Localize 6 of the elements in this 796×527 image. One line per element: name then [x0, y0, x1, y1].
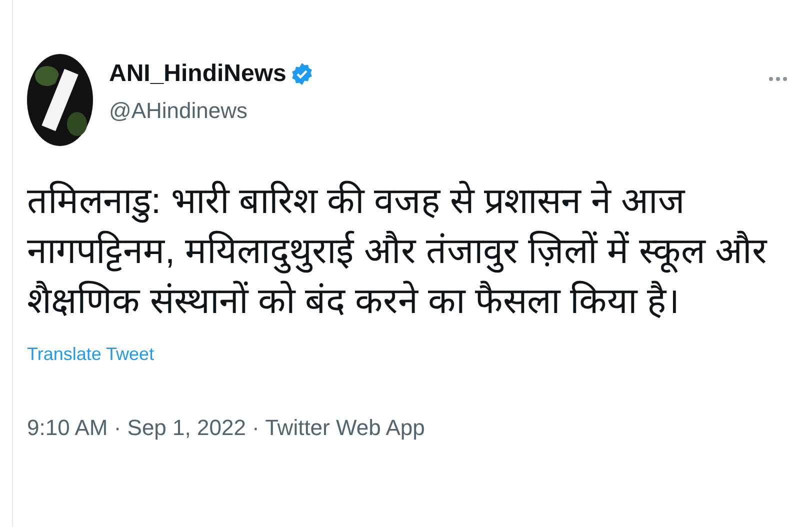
tweet-text: तमिलनाडु: भारी बारिश की वजह से प्रशासन ने आज नागपट्टिनम, मयिलादुथुराई और तंजावुर ज़िलों में स्कूल और शैक्षणिक संस्थानों को बंद करने का फैसला किया है। [27, 179, 768, 323]
avatar-icon[interactable] [27, 54, 93, 146]
author-handle[interactable]: @AHindinews [109, 98, 314, 124]
tweet-timestamp: 9:10 AM · Sep 1, 2022 · Twitter Web App [27, 415, 425, 441]
author-name[interactable]: ANI_HindiNews [109, 60, 286, 88]
more-icon[interactable] [768, 76, 788, 82]
